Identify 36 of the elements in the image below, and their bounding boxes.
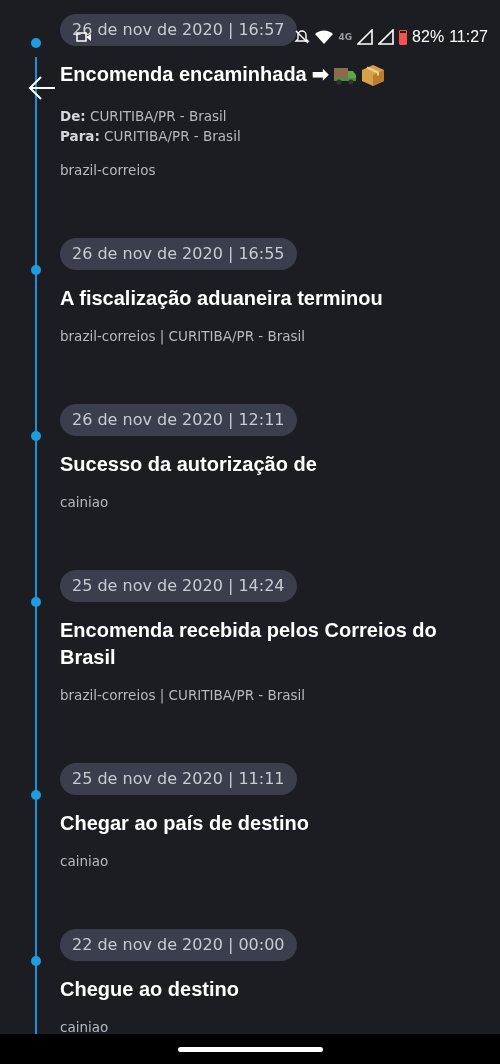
date-label: 26 de nov de 2020 | 16:57 bbox=[60, 14, 297, 46]
signal-icon bbox=[357, 29, 374, 45]
event-title: A fiscalização aduaneira terminou bbox=[60, 286, 383, 311]
date-label: 25 de nov de 2020 | 11:11 bbox=[60, 763, 297, 795]
event-title: Chegue ao destino bbox=[60, 977, 239, 1002]
event-title: Encomenda recebida pelos Correios do Brasil bbox=[60, 618, 438, 670]
date-label: 26 de nov de 2020 | 12:11 bbox=[60, 404, 297, 436]
timeline-dot bbox=[31, 956, 41, 966]
timeline-dot bbox=[31, 790, 41, 800]
timeline-dot bbox=[31, 597, 41, 607]
mute-icon bbox=[294, 29, 311, 45]
event-title: Encomenda encaminhada ➡ bbox=[60, 62, 330, 87]
timeline-dot bbox=[31, 265, 41, 275]
event-title: Sucesso da autorização de bbox=[60, 452, 317, 477]
event-source: brazil-correios bbox=[60, 161, 157, 180]
signal-icon bbox=[378, 29, 395, 45]
event-source: cainiao bbox=[60, 852, 110, 871]
date-label: 26 de nov de 2020 | 16:55 bbox=[60, 238, 297, 270]
battery-percent: 82% bbox=[412, 28, 445, 46]
event-source: brazil-correios | CURITIBA/PR - Brasil bbox=[60, 686, 307, 705]
event-source: brazil-correios | CURITIBA/PR - Brasil bbox=[60, 327, 307, 346]
home-indicator[interactable] bbox=[177, 1046, 323, 1052]
date-label: 25 de nov de 2020 | 14:24 bbox=[60, 570, 297, 602]
event-source: cainiao bbox=[60, 1018, 110, 1034]
date-label: 22 de nov de 2020 | 00:00 bbox=[60, 929, 297, 961]
wifi-icon bbox=[315, 30, 334, 44]
route-text: Para: CURITIBA/PR - Brasil bbox=[60, 127, 242, 146]
timeline-dot bbox=[31, 38, 41, 48]
event-source: cainiao bbox=[60, 493, 110, 512]
network-label: 4G bbox=[338, 32, 353, 42]
battery-icon bbox=[399, 29, 408, 45]
box-icon bbox=[361, 63, 386, 86]
event-title: Chegar ao país de destino bbox=[60, 811, 309, 836]
clock: 11:27 bbox=[449, 28, 488, 46]
route-text: De: CURITIBA/PR - Brasil bbox=[60, 107, 228, 126]
timeline-dot bbox=[31, 431, 41, 441]
